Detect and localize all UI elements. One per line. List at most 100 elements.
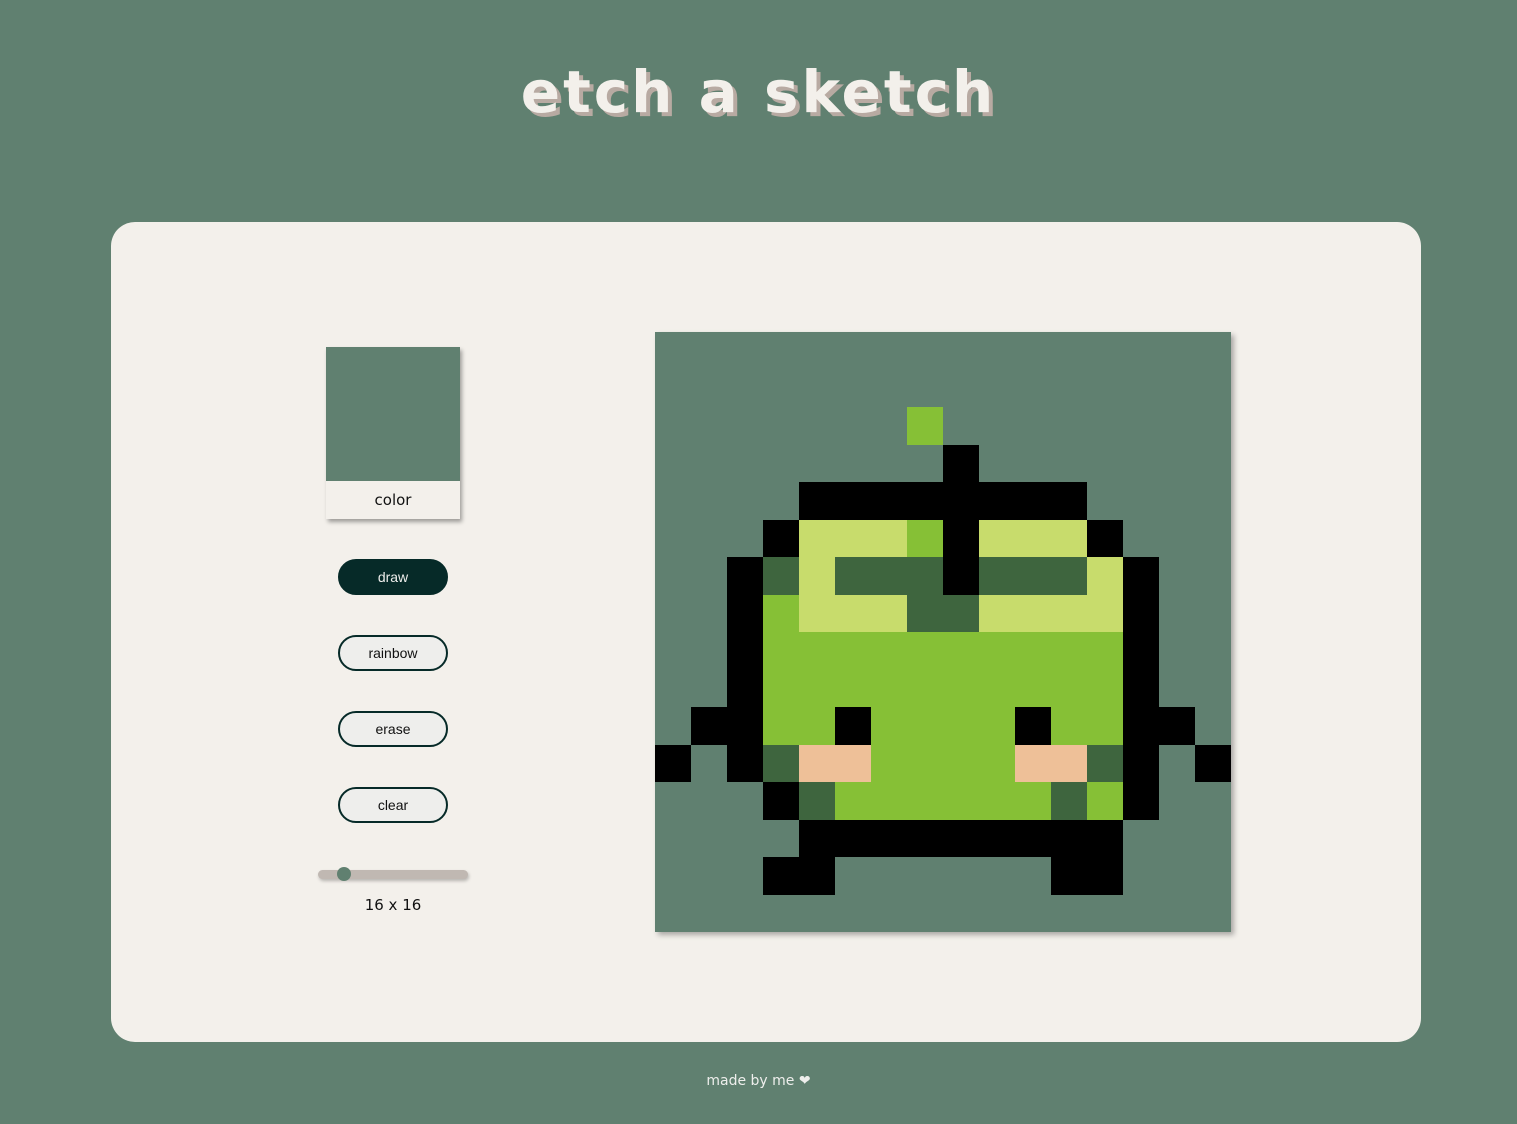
grid-cell[interactable] <box>727 744 763 782</box>
grid-cell[interactable] <box>763 557 799 595</box>
grid-cell[interactable] <box>727 707 763 745</box>
grid-cell[interactable] <box>691 819 727 857</box>
grid-cell[interactable] <box>907 894 943 932</box>
grid-cell[interactable] <box>691 632 727 670</box>
grid-cell[interactable] <box>691 369 727 407</box>
grid-cell[interactable] <box>1015 857 1051 895</box>
grid-cell[interactable] <box>1123 482 1159 520</box>
grid-cell[interactable] <box>1087 519 1123 557</box>
grid-cell[interactable] <box>799 369 835 407</box>
grid-cell[interactable] <box>727 369 763 407</box>
grid-cell[interactable] <box>943 519 979 557</box>
grid-cell[interactable] <box>907 332 943 370</box>
grid-cell[interactable] <box>835 369 871 407</box>
grid-cell[interactable] <box>763 707 799 745</box>
grid-cell[interactable] <box>1123 444 1159 482</box>
grid-cell[interactable] <box>835 332 871 370</box>
grid-cell[interactable] <box>871 894 907 932</box>
grid-cell[interactable] <box>727 519 763 557</box>
grid-cell[interactable] <box>979 632 1015 670</box>
grid-cell[interactable] <box>1195 407 1231 445</box>
grid-cell[interactable] <box>1159 894 1195 932</box>
grid-cell[interactable] <box>1195 444 1231 482</box>
grid-cell[interactable] <box>1087 482 1123 520</box>
grid-cell[interactable] <box>835 444 871 482</box>
grid-cell[interactable] <box>799 482 835 520</box>
grid-cell[interactable] <box>1195 557 1231 595</box>
grid-cell[interactable] <box>943 407 979 445</box>
grid-cell[interactable] <box>799 782 835 820</box>
grid-cell[interactable] <box>691 482 727 520</box>
grid-cell[interactable] <box>691 894 727 932</box>
grid-cell[interactable] <box>943 332 979 370</box>
grid-cell[interactable] <box>1159 482 1195 520</box>
grid-cell[interactable] <box>907 482 943 520</box>
grid-cell[interactable] <box>1159 744 1195 782</box>
grid-cell[interactable] <box>1015 819 1051 857</box>
grid-cell[interactable] <box>727 632 763 670</box>
grid-cell[interactable] <box>1051 369 1087 407</box>
grid-cell[interactable] <box>1123 594 1159 632</box>
grid-cell[interactable] <box>1123 819 1159 857</box>
grid-cell[interactable] <box>799 744 835 782</box>
grid-cell[interactable] <box>655 332 691 370</box>
grid-cell[interactable] <box>1051 332 1087 370</box>
grid-cell[interactable] <box>1195 519 1231 557</box>
grid-cell[interactable] <box>1195 857 1231 895</box>
color-picker[interactable]: color <box>326 347 460 519</box>
grid-cell[interactable] <box>1159 407 1195 445</box>
grid-cell[interactable] <box>691 669 727 707</box>
grid-cell[interactable] <box>871 857 907 895</box>
grid-cell[interactable] <box>1159 369 1195 407</box>
grid-cell[interactable] <box>907 369 943 407</box>
grid-cell[interactable] <box>943 369 979 407</box>
grid-cell[interactable] <box>871 632 907 670</box>
grid-cell[interactable] <box>655 594 691 632</box>
grid-cell[interactable] <box>691 707 727 745</box>
grid-cell[interactable] <box>1087 894 1123 932</box>
grid-cell[interactable] <box>979 707 1015 745</box>
grid-cell[interactable] <box>907 519 943 557</box>
grid-cell[interactable] <box>727 857 763 895</box>
grid-cell[interactable] <box>979 744 1015 782</box>
grid-cell[interactable] <box>691 857 727 895</box>
grid-cell[interactable] <box>835 407 871 445</box>
grid-cell[interactable] <box>1015 632 1051 670</box>
grid-cell[interactable] <box>655 519 691 557</box>
grid-cell[interactable] <box>943 819 979 857</box>
grid-cell[interactable] <box>835 669 871 707</box>
grid-cell[interactable] <box>907 744 943 782</box>
grid-cell[interactable] <box>655 369 691 407</box>
grid-cell[interactable] <box>1015 407 1051 445</box>
grid-cell[interactable] <box>1195 332 1231 370</box>
grid-cell[interactable] <box>907 782 943 820</box>
grid-cell[interactable] <box>655 632 691 670</box>
grid-cell[interactable] <box>1195 594 1231 632</box>
erase-button[interactable]: erase <box>338 711 448 747</box>
grid-cell[interactable] <box>763 894 799 932</box>
grid-cell[interactable] <box>799 557 835 595</box>
grid-cell[interactable] <box>655 557 691 595</box>
grid-cell[interactable] <box>1015 519 1051 557</box>
grid-cell[interactable] <box>979 369 1015 407</box>
grid-cell[interactable] <box>871 744 907 782</box>
grid-cell[interactable] <box>655 444 691 482</box>
grid-cell[interactable] <box>1159 594 1195 632</box>
grid-cell[interactable] <box>835 519 871 557</box>
grid-cell[interactable] <box>1015 894 1051 932</box>
grid-cell[interactable] <box>1015 594 1051 632</box>
grid-cell[interactable] <box>1159 557 1195 595</box>
grid-cell[interactable] <box>1159 857 1195 895</box>
grid-cell[interactable] <box>1087 632 1123 670</box>
clear-button[interactable]: clear <box>338 787 448 823</box>
grid-cell[interactable] <box>1087 669 1123 707</box>
grid-cell[interactable] <box>1087 782 1123 820</box>
grid-cell[interactable] <box>979 482 1015 520</box>
grid-cell[interactable] <box>763 857 799 895</box>
grid-cell[interactable] <box>1051 669 1087 707</box>
grid-cell[interactable] <box>691 782 727 820</box>
grid-cell[interactable] <box>655 669 691 707</box>
grid-cell[interactable] <box>1087 557 1123 595</box>
grid-cell[interactable] <box>727 819 763 857</box>
grid-cell[interactable] <box>763 407 799 445</box>
